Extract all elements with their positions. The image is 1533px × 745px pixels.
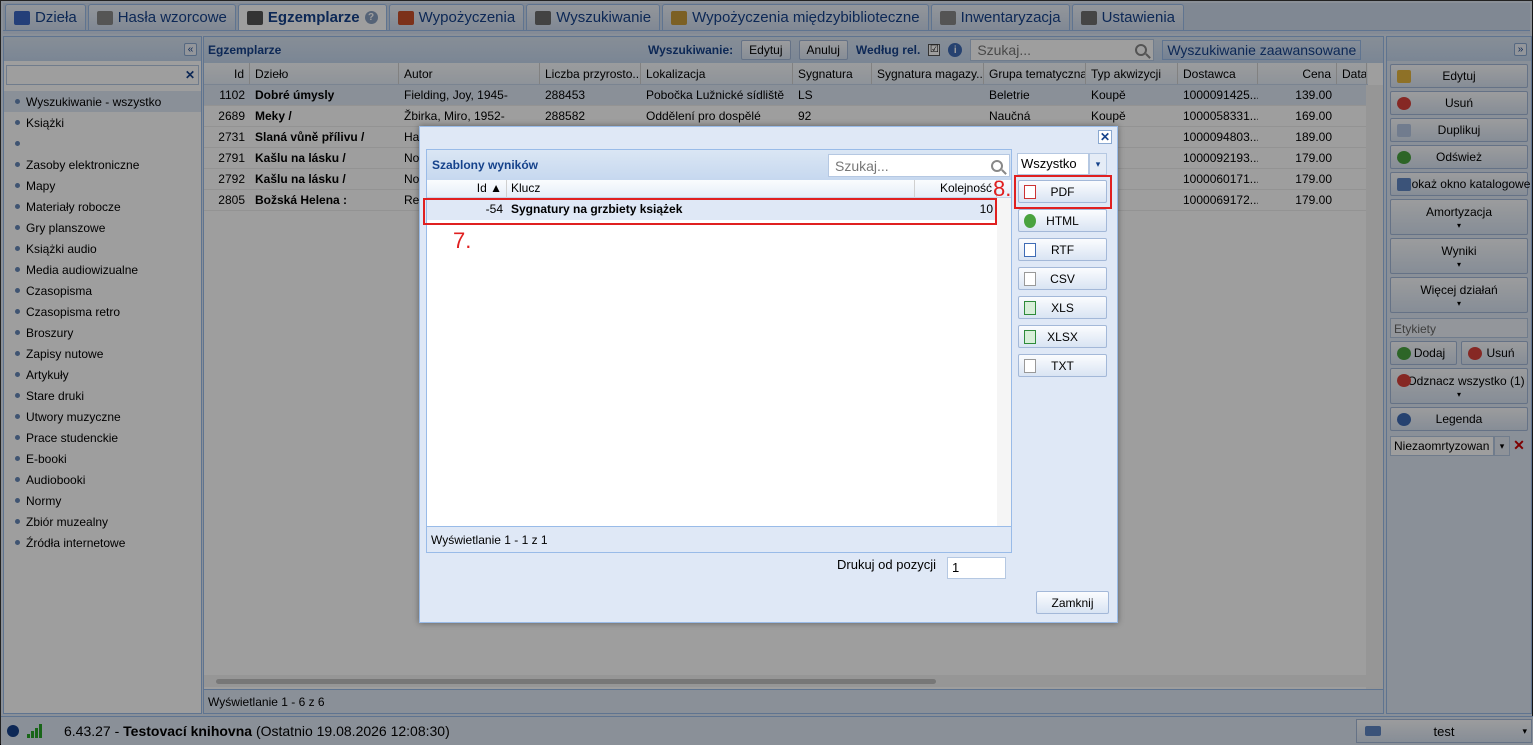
templates-filter-value[interactable]: Wszystko	[1017, 153, 1089, 175]
column-header[interactable]: Klucz	[507, 180, 915, 197]
pdf-icon	[1024, 185, 1036, 199]
export-html-button[interactable]: HTML	[1018, 209, 1107, 232]
chevron-down-icon[interactable]: ▾	[1089, 153, 1107, 175]
html-icon	[1024, 214, 1036, 228]
pdf-marker-annotation: 8.	[993, 176, 1012, 201]
column-header[interactable]: Kolejność	[915, 180, 997, 197]
templates-header: Szablony wyników Szukaj...	[427, 150, 1011, 180]
export-xlsx-button[interactable]: XLSX	[1018, 325, 1107, 348]
export-xls-button[interactable]: XLS	[1018, 296, 1107, 319]
export-txt-button[interactable]: TXT	[1018, 354, 1107, 377]
xlsx-icon	[1024, 330, 1036, 344]
templates-filter-select[interactable]: Wszystko ▾	[1017, 153, 1107, 175]
export-pdf-button[interactable]: PDF	[1018, 180, 1107, 203]
templates-search-input[interactable]: Szukaj...	[828, 154, 1010, 177]
template-id: -54	[485, 202, 503, 216]
xls-icon	[1024, 301, 1036, 315]
templates-grid-panel: Szablony wyników Szukaj... Id ▲ Klucz Ko…	[426, 149, 1012, 553]
template-key: Sygnatury na grzbiety książek	[511, 202, 683, 216]
table-row[interactable]: -54 Sygnatury na grzbiety książek 10	[427, 198, 1011, 220]
app-window: Dzieła Hasła wzorcowe Egzemplarze? Wypoż…	[0, 0, 1533, 745]
templates-grid-header: Id ▲ Klucz Kolejność	[427, 180, 1011, 198]
templates-footer: Wyświetlanie 1 - 1 z 1	[427, 526, 1011, 552]
print-from-label: Drukuj od pozycji	[837, 557, 936, 572]
rtf-icon	[1024, 243, 1036, 257]
close-dialog-button[interactable]: Zamknij	[1036, 591, 1109, 614]
templates-grid: Id ▲ Klucz Kolejność -54 Sygnatury na gr…	[427, 180, 1011, 220]
column-header[interactable]: Id ▲	[427, 180, 507, 197]
templates-dialog: ✕ Szablony wyników Szukaj... Id ▲ Klucz …	[419, 126, 1118, 623]
print-from-input[interactable]: 1	[947, 557, 1006, 579]
export-csv-button[interactable]: CSV	[1018, 267, 1107, 290]
close-icon[interactable]: ✕	[1098, 130, 1112, 144]
export-rtf-button[interactable]: RTF	[1018, 238, 1107, 261]
template-order: 10	[979, 202, 993, 216]
templates-title: Szablony wyników	[432, 158, 539, 172]
csv-icon	[1024, 272, 1036, 286]
txt-icon	[1024, 359, 1036, 373]
search-icon[interactable]	[991, 159, 1003, 172]
templates-scrollbar[interactable]	[997, 198, 1011, 528]
row-marker-annotation: 7.	[453, 228, 472, 253]
